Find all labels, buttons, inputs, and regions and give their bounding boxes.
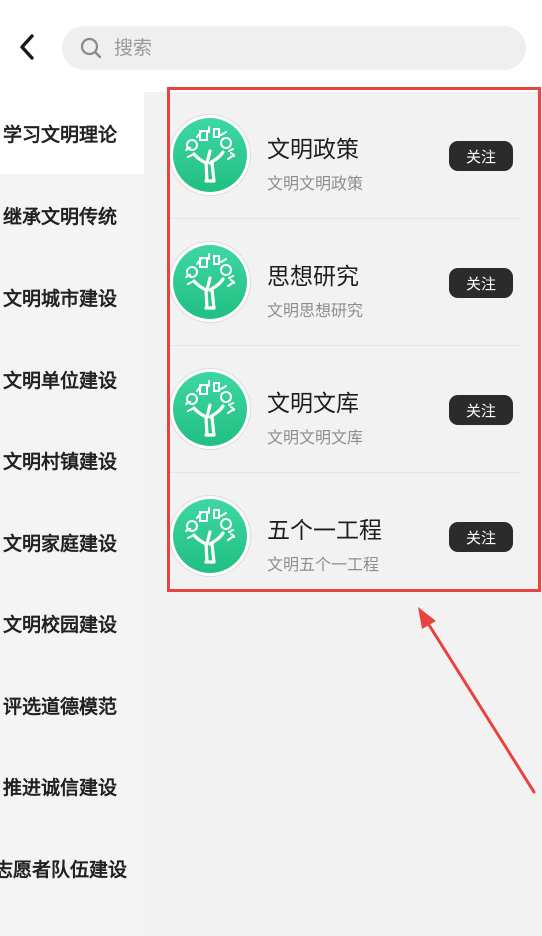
sidebar-item-inherit-tradition[interactable]: 继承文明传统 [0, 174, 144, 256]
top-bar [0, 0, 542, 92]
channel-title: 文明政策 [267, 137, 359, 163]
sidebar-item-city-building[interactable]: 文明城市建设 [0, 256, 144, 338]
category-sidebar: 学习文明理论 继承文明传统 文明城市建设 文明单位建设 文明村镇建设 文明家庭建… [0, 92, 144, 936]
sidebar-item-label: 志愿者队伍建设 [0, 858, 128, 881]
follow-button[interactable]: 关注 [449, 141, 513, 171]
channel-list: 文明政策 文明文明政策 关注 思想研究 文明思想研究 关注 文明文库 文明文明文… [150, 92, 542, 592]
channel-subtitle: 文明五个一工程 [267, 555, 380, 574]
search-bar[interactable] [62, 26, 526, 70]
chevron-left-icon [20, 34, 34, 60]
sidebar-item-family-building[interactable]: 文明家庭建设 [0, 501, 144, 583]
sidebar-item-unit-building[interactable]: 文明单位建设 [0, 338, 144, 420]
channel-subtitle: 文明文明文库 [267, 428, 364, 447]
tree-logo-icon [170, 115, 250, 195]
list-item[interactable]: 文明政策 文明文明政策 关注 [168, 92, 522, 219]
list-item[interactable]: 思想研究 文明思想研究 关注 [168, 219, 522, 346]
list-item[interactable]: 五个一工程 文明五个一工程 关注 [168, 473, 522, 600]
sidebar-item-volunteers[interactable]: 志愿者队伍建设 [0, 827, 138, 909]
sidebar-item-campus-building[interactable]: 文明校园建设 [0, 582, 144, 664]
channel-title: 文明文库 [267, 391, 359, 417]
sidebar-item-label: 文明村镇建设 [3, 450, 118, 473]
search-input[interactable] [114, 37, 474, 59]
tree-logo-icon [170, 242, 250, 322]
back-button[interactable] [12, 30, 42, 64]
sidebar-item-learn-theory[interactable]: 学习文明理论 [0, 92, 144, 174]
channel-title: 思想研究 [267, 264, 359, 290]
sidebar-item-label: 文明单位建设 [3, 369, 118, 392]
sidebar-item-label: 文明家庭建设 [3, 532, 118, 555]
sidebar-item-label: 文明校园建设 [3, 613, 118, 636]
channel-subtitle: 文明文明政策 [267, 174, 364, 193]
sidebar-item-label: 学习文明理论 [3, 123, 118, 146]
follow-button[interactable]: 关注 [449, 395, 513, 425]
search-icon [80, 37, 102, 59]
sidebar-item-integrity[interactable]: 推进诚信建设 [0, 745, 144, 827]
sidebar-item-label: 评选道德模范 [3, 695, 118, 718]
sidebar-item-village-building[interactable]: 文明村镇建设 [0, 419, 144, 501]
tree-logo-icon [170, 369, 250, 449]
sidebar-item-moral-models[interactable]: 评选道德模范 [0, 664, 144, 746]
sidebar-item-label: 推进诚信建设 [3, 776, 118, 799]
sidebar-item-label: 继承文明传统 [3, 205, 118, 228]
channel-subtitle: 文明思想研究 [267, 301, 364, 320]
follow-button[interactable]: 关注 [449, 522, 513, 552]
follow-button[interactable]: 关注 [449, 268, 513, 298]
tree-logo-icon [170, 496, 250, 576]
sidebar-item-label: 文明城市建设 [3, 287, 118, 310]
list-item[interactable]: 文明文库 文明文明文库 关注 [168, 346, 522, 473]
annotation-arrow-icon [418, 607, 536, 794]
channel-title: 五个一工程 [267, 518, 382, 544]
